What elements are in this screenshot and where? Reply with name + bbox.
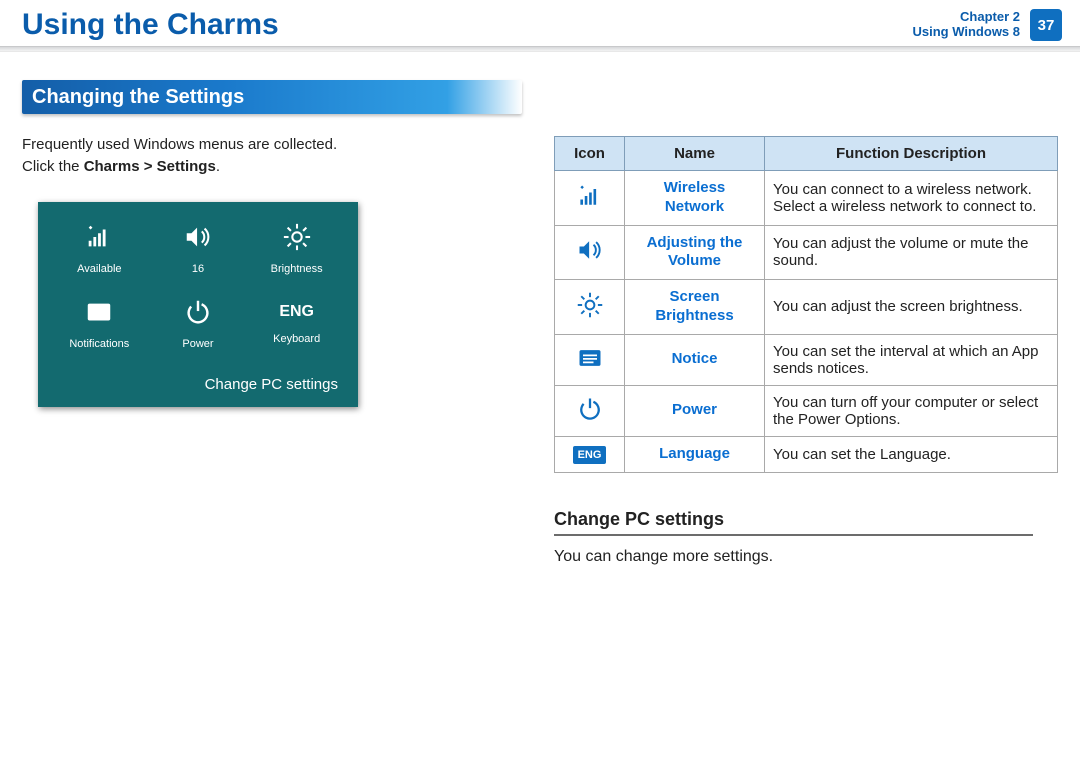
power-icon bbox=[576, 410, 604, 427]
keyboard-eng-icon: ENG bbox=[573, 446, 607, 464]
tile-volume[interactable]: 16 bbox=[149, 222, 248, 275]
table-row: Power You can turn off your computer or … bbox=[555, 385, 1058, 436]
tile-label: Keyboard bbox=[273, 333, 320, 345]
tile-notifications[interactable]: Notifications bbox=[50, 297, 149, 350]
chapter-line1: Chapter 2 bbox=[913, 10, 1021, 25]
tile-label: Power bbox=[182, 338, 213, 350]
chapter-line2: Using Windows 8 bbox=[913, 25, 1021, 40]
tile-brightness[interactable]: Brightness bbox=[247, 222, 346, 275]
page-header: Using the Charms Chapter 2 Using Windows… bbox=[0, 0, 1080, 46]
intro-line2: Click the Charms > Settings. bbox=[22, 156, 522, 178]
keyboard-eng-icon: ENG bbox=[279, 297, 314, 327]
tile-label: Available bbox=[77, 263, 121, 275]
row-name: Power bbox=[625, 385, 765, 436]
tile-label: Notifications bbox=[69, 338, 129, 350]
functions-table: Icon Name Function Description Wireless … bbox=[554, 136, 1058, 473]
page-title: Using the Charms bbox=[22, 8, 279, 42]
change-pc-settings-link[interactable]: Change PC settings bbox=[50, 376, 346, 393]
wifi-icon bbox=[84, 222, 114, 257]
right-column: Icon Name Function Description Wireless … bbox=[554, 80, 1058, 566]
chapter-info: Chapter 2 Using Windows 8 bbox=[913, 10, 1021, 40]
row-name: Notice bbox=[625, 334, 765, 385]
brightness-icon bbox=[282, 222, 312, 257]
intro-text: Frequently used Windows menus are collec… bbox=[22, 134, 522, 178]
volume-icon bbox=[183, 222, 213, 257]
tile-grid: Available 16 Brightness Notifications Po… bbox=[50, 222, 346, 350]
row-desc: You can connect to a wireless network. S… bbox=[765, 171, 1058, 226]
row-desc: You can turn off your computer or select… bbox=[765, 385, 1058, 436]
row-name: Wireless Network bbox=[625, 171, 765, 226]
table-row: ENG Language You can set the Language. bbox=[555, 436, 1058, 472]
table-row: Screen Brightness You can adjust the scr… bbox=[555, 280, 1058, 335]
intro-line1: Frequently used Windows menus are collec… bbox=[22, 134, 522, 156]
wifi-icon bbox=[576, 197, 604, 214]
row-name: Screen Brightness bbox=[625, 280, 765, 335]
notifications-icon bbox=[84, 297, 114, 332]
tile-keyboard[interactable]: ENG Keyboard bbox=[247, 297, 346, 350]
row-desc: You can set the interval at which an App… bbox=[765, 334, 1058, 385]
change-pc-settings-body: You can change more settings. bbox=[554, 548, 1058, 566]
tile-available[interactable]: Available bbox=[50, 222, 149, 275]
tile-label: 16 bbox=[192, 263, 204, 275]
row-name: Adjusting the Volume bbox=[625, 225, 765, 280]
tile-power[interactable]: Power bbox=[149, 297, 248, 350]
charms-settings-panel: Available 16 Brightness Notifications Po… bbox=[38, 202, 358, 407]
content: Changing the Settings Frequently used Wi… bbox=[0, 52, 1080, 566]
table-row: Notice You can set the interval at which… bbox=[555, 334, 1058, 385]
th-name: Name bbox=[625, 137, 765, 171]
volume-icon bbox=[576, 251, 604, 268]
left-column: Changing the Settings Frequently used Wi… bbox=[22, 80, 522, 566]
power-icon bbox=[183, 297, 213, 332]
section-heading: Changing the Settings bbox=[22, 80, 522, 114]
page-number-badge: 37 bbox=[1030, 9, 1062, 41]
tile-label: Brightness bbox=[271, 263, 323, 275]
notifications-icon bbox=[576, 359, 604, 376]
table-row: Adjusting the Volume You can adjust the … bbox=[555, 225, 1058, 280]
th-desc: Function Description bbox=[765, 137, 1058, 171]
row-desc: You can set the Language. bbox=[765, 436, 1058, 472]
change-pc-settings-heading: Change PC settings bbox=[554, 509, 1033, 536]
row-desc: You can adjust the screen brightness. bbox=[765, 280, 1058, 335]
row-desc: You can adjust the volume or mute the so… bbox=[765, 225, 1058, 280]
brightness-icon bbox=[576, 306, 604, 323]
row-name: Language bbox=[625, 436, 765, 472]
header-right: Chapter 2 Using Windows 8 37 bbox=[913, 9, 1063, 41]
th-icon: Icon bbox=[555, 137, 625, 171]
table-row: Wireless Network You can connect to a wi… bbox=[555, 171, 1058, 226]
